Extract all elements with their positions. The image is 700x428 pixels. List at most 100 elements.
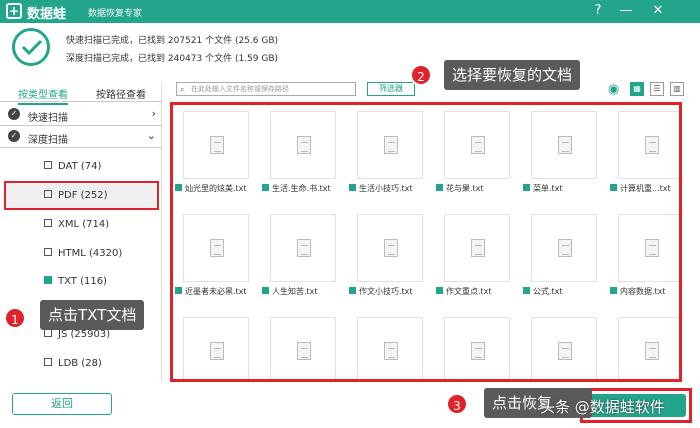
file-name: 近墨者未必黑.txt: [175, 286, 261, 297]
file-card[interactable]: 近墨者未必黑.txt: [175, 210, 257, 310]
file-name: 内容数据.txt: [610, 286, 679, 297]
file-name-label: 作文重点.txt: [446, 287, 492, 296]
back-button[interactable]: 返回: [12, 393, 112, 415]
document-icon: [210, 239, 224, 257]
file-type-item[interactable]: XML (714): [44, 219, 109, 230]
tab-by-type[interactable]: 按类型查看: [18, 86, 68, 105]
search-input[interactable]: ⌕ 在此处输入文件名称或保存路径: [176, 82, 356, 96]
checkbox[interactable]: [175, 184, 182, 191]
file-thumbnail: [270, 317, 336, 379]
chevron-right-icon: ›: [151, 107, 156, 120]
file-name: 公式.txt: [523, 286, 609, 297]
document-icon: [645, 136, 659, 154]
checkbox[interactable]: [436, 184, 443, 191]
file-name-label: 灿光里的炫美.txt: [185, 184, 247, 193]
file-card[interactable]: [523, 313, 605, 379]
app-subtitle: 数据恢复专家: [88, 9, 143, 19]
checkbox[interactable]: [349, 287, 356, 294]
file-type-item[interactable]: LDB (28): [44, 358, 102, 369]
file-type-item[interactable]: TXT (116): [44, 276, 107, 287]
file-card[interactable]: 作文小技巧.txt: [349, 210, 431, 310]
checkbox[interactable]: [436, 287, 443, 294]
scan-summary: 快速扫描已完成，已找到 207521 个文件 (25.6 GB) 深度扫描已完成…: [0, 23, 700, 75]
file-type-label: TXT (116): [58, 276, 107, 287]
file-card[interactable]: [436, 313, 518, 379]
checkbox[interactable]: [44, 161, 52, 169]
file-thumbnail: [531, 111, 597, 179]
checkbox[interactable]: [349, 184, 356, 191]
detail-view-icon[interactable]: ▥: [670, 82, 684, 96]
checkbox[interactable]: [44, 329, 52, 337]
file-type-item[interactable]: PDF (252): [44, 190, 108, 201]
checkbox[interactable]: [44, 219, 52, 227]
checkbox[interactable]: [262, 287, 269, 294]
list-view-icon[interactable]: ☰: [650, 82, 664, 96]
quick-scan-row[interactable]: ✓ 快速扫描 ›: [0, 104, 162, 126]
file-name: 生活小技巧.txt: [349, 183, 435, 194]
grid-view-icon[interactable]: ▦: [630, 82, 644, 96]
checkbox[interactable]: [44, 358, 52, 366]
file-name: 作文重点.txt: [436, 286, 522, 297]
checkbox[interactable]: [610, 184, 617, 191]
tab-by-path[interactable]: 按路径查看: [96, 86, 146, 101]
document-icon: [558, 342, 572, 360]
checkbox[interactable]: [523, 287, 530, 294]
checkbox[interactable]: [44, 190, 52, 198]
file-name-label: 内容数据.txt: [620, 287, 666, 296]
file-card[interactable]: 菜单.txt: [523, 107, 605, 207]
file-card[interactable]: 生活小技巧.txt: [349, 107, 431, 207]
file-thumbnail: [183, 111, 249, 179]
file-card[interactable]: [262, 313, 344, 379]
checkbox[interactable]: [44, 276, 52, 284]
file-card[interactable]: [349, 313, 431, 379]
callout-step1: 点击TXT文档: [40, 300, 145, 330]
checkbox[interactable]: [610, 287, 617, 294]
file-thumbnail: [444, 317, 510, 379]
file-thumbnail: [357, 111, 423, 179]
minimize-button[interactable]: —: [618, 3, 634, 19]
file-card[interactable]: 内容数据.txt: [610, 210, 679, 310]
quick-scan-summary: 快速扫描已完成，已找到 207521 个文件 (25.6 GB): [66, 36, 279, 46]
document-icon: [471, 342, 485, 360]
document-icon: [471, 239, 485, 257]
document-icon: [384, 136, 398, 154]
file-name-label: 生活.生命.书.txt: [272, 184, 331, 193]
file-thumbnail: [618, 111, 679, 179]
file-thumbnail: [444, 214, 510, 282]
file-type-item[interactable]: JS (25903): [44, 329, 110, 340]
file-card[interactable]: 公式.txt: [523, 210, 605, 310]
document-icon: [384, 239, 398, 257]
file-thumbnail: [357, 317, 423, 379]
file-type-label: XML (714): [58, 219, 110, 230]
document-icon: [645, 239, 659, 257]
file-card[interactable]: 灿光里的炫美.txt: [175, 107, 257, 207]
file-thumbnail: [444, 111, 510, 179]
file-card[interactable]: 生活.生命.书.txt: [262, 107, 344, 207]
quick-scan-label: 快速扫描: [28, 113, 68, 124]
filter-button[interactable]: 筛选器: [367, 82, 415, 96]
help-icon[interactable]: ?: [590, 3, 606, 19]
checkbox[interactable]: [44, 248, 52, 256]
deep-scan-label: 深度扫描: [28, 135, 68, 146]
file-type-item[interactable]: DAT (74): [44, 161, 101, 172]
document-icon: [558, 239, 572, 257]
deep-scan-row[interactable]: ✓ 深度扫描 ⌄: [0, 126, 162, 148]
preview-eye-icon[interactable]: ◉: [608, 82, 619, 97]
step3-badge: 3: [446, 393, 468, 415]
checkbox[interactable]: [262, 184, 269, 191]
checkbox[interactable]: [175, 287, 182, 294]
file-card[interactable]: 人生知苦.txt: [262, 210, 344, 310]
close-button[interactable]: ✕: [650, 3, 666, 19]
file-name: 灿光里的炫美.txt: [175, 183, 261, 194]
file-type-label: JS (25903): [58, 329, 111, 340]
file-grid: 灿光里的炫美.txt 生活.生命.书.txt 生活小技巧.txt 花与果.txt 菜单.…: [170, 102, 682, 382]
file-card[interactable]: 花与果.txt: [436, 107, 518, 207]
file-card[interactable]: 作文重点.txt: [436, 210, 518, 310]
file-card[interactable]: [610, 313, 679, 379]
checkbox[interactable]: [523, 184, 530, 191]
file-card[interactable]: [175, 313, 257, 379]
file-type-label: PDF (252): [58, 190, 108, 201]
file-type-item[interactable]: HTML (4320): [44, 248, 122, 259]
file-card[interactable]: 计算机重...txt: [610, 107, 679, 207]
search-placeholder: 在此处输入文件名称或保存路径: [191, 85, 289, 93]
